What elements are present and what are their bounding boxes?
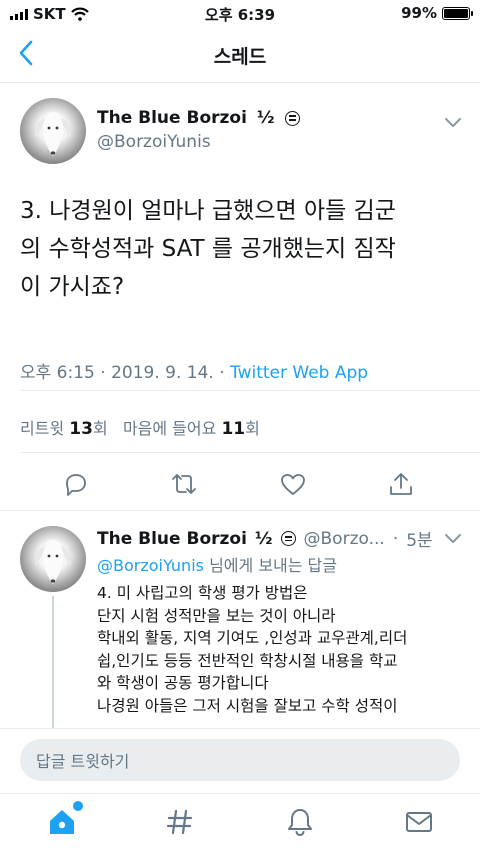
tab-notifications[interactable] bbox=[284, 806, 316, 838]
tweet-timestamp: 오후 6:15 · 2019. 9. 14. · bbox=[20, 363, 231, 383]
battery-group: 99% bbox=[401, 4, 473, 22]
reply-composer: 답글 트윗하기 bbox=[0, 728, 480, 793]
avatar[interactable] bbox=[20, 526, 86, 592]
likes-count: 11 bbox=[221, 419, 246, 439]
retweet-icon[interactable] bbox=[170, 470, 198, 498]
tweet-text: 3. 나경원이 얼마나 급했으면 아들 김군 의 수학성적과 SAT 를 공개했… bbox=[20, 198, 396, 300]
reply-text: 4. 미 사립고의 학생 평가 방법은 단지 시험 성적만을 보는 것이 아니라… bbox=[97, 584, 408, 715]
tweet-source-link[interactable]: Twitter Web App bbox=[230, 363, 368, 383]
likes-unit: 회 bbox=[245, 419, 260, 438]
divider bbox=[20, 452, 480, 453]
author-name-row: The Blue Borzoi ½ bbox=[97, 108, 300, 128]
retweets-unit: 회 bbox=[92, 419, 108, 438]
separator-dot: · bbox=[392, 528, 399, 549]
replying-to: @BorzoiYunis 님에게 보내는 답글 bbox=[97, 552, 337, 576]
reply-input[interactable]: 답글 트윗하기 bbox=[20, 739, 460, 781]
tweet-actions bbox=[0, 460, 480, 508]
half-badge: ½ bbox=[256, 108, 275, 128]
page-title: 스레드 bbox=[213, 46, 267, 68]
chevron-down-icon[interactable] bbox=[444, 116, 462, 128]
tab-explore[interactable] bbox=[164, 806, 196, 838]
reply-icon[interactable] bbox=[62, 470, 90, 498]
likes-stat[interactable]: 마음에 들어요 11회 bbox=[122, 419, 260, 439]
retweets-stat[interactable]: 리트윗 13회 bbox=[20, 419, 108, 439]
author-name[interactable]: The Blue Borzoi bbox=[97, 529, 247, 549]
mention-link[interactable]: @BorzoiYunis bbox=[97, 556, 204, 575]
notification-dot bbox=[73, 801, 83, 811]
tweet-meta: 오후 6:15 · 2019. 9. 14. · Twitter Web App bbox=[20, 358, 368, 383]
tab-messages[interactable] bbox=[403, 806, 435, 838]
tab-home[interactable] bbox=[46, 801, 83, 838]
author-handle[interactable]: @BorzoiYunis bbox=[97, 132, 211, 152]
reply-header: The Blue Borzoi ½ @Borzo... · 5분 bbox=[97, 526, 433, 552]
retweets-label: 리트윗 bbox=[20, 419, 65, 438]
battery-percent: 99% bbox=[401, 4, 437, 22]
bell-icon bbox=[288, 809, 312, 837]
tab-bar bbox=[0, 793, 480, 854]
half-badge: ½ bbox=[254, 528, 273, 549]
nav-bar: 스레드 bbox=[0, 28, 480, 83]
section-divider bbox=[0, 510, 480, 511]
reply-time: 5분 bbox=[406, 531, 433, 551]
battery-icon bbox=[442, 6, 473, 20]
mail-icon bbox=[406, 812, 432, 832]
minus-circle-icon bbox=[284, 110, 300, 126]
replying-to-suffix: 님에게 보내는 답글 bbox=[203, 556, 338, 575]
author-handle[interactable]: @Borzo... bbox=[304, 529, 385, 549]
avatar[interactable] bbox=[20, 98, 86, 164]
home-icon bbox=[50, 810, 74, 834]
thread-line bbox=[52, 596, 54, 736]
chevron-down-icon[interactable] bbox=[444, 532, 462, 544]
divider bbox=[20, 390, 480, 391]
tweet-stats: 리트윗 13회 마음에 들어요 11회 bbox=[20, 415, 260, 439]
hashtag-icon bbox=[166, 809, 193, 835]
likes-label: 마음에 들어요 bbox=[122, 419, 217, 438]
status-bar: SKT 오후 6:39 99% bbox=[0, 0, 480, 28]
heart-icon[interactable] bbox=[279, 470, 307, 498]
author-name[interactable]: The Blue Borzoi bbox=[97, 108, 247, 128]
minus-circle-icon bbox=[280, 531, 296, 546]
retweets-count: 13 bbox=[69, 419, 93, 439]
share-icon[interactable] bbox=[387, 470, 415, 498]
